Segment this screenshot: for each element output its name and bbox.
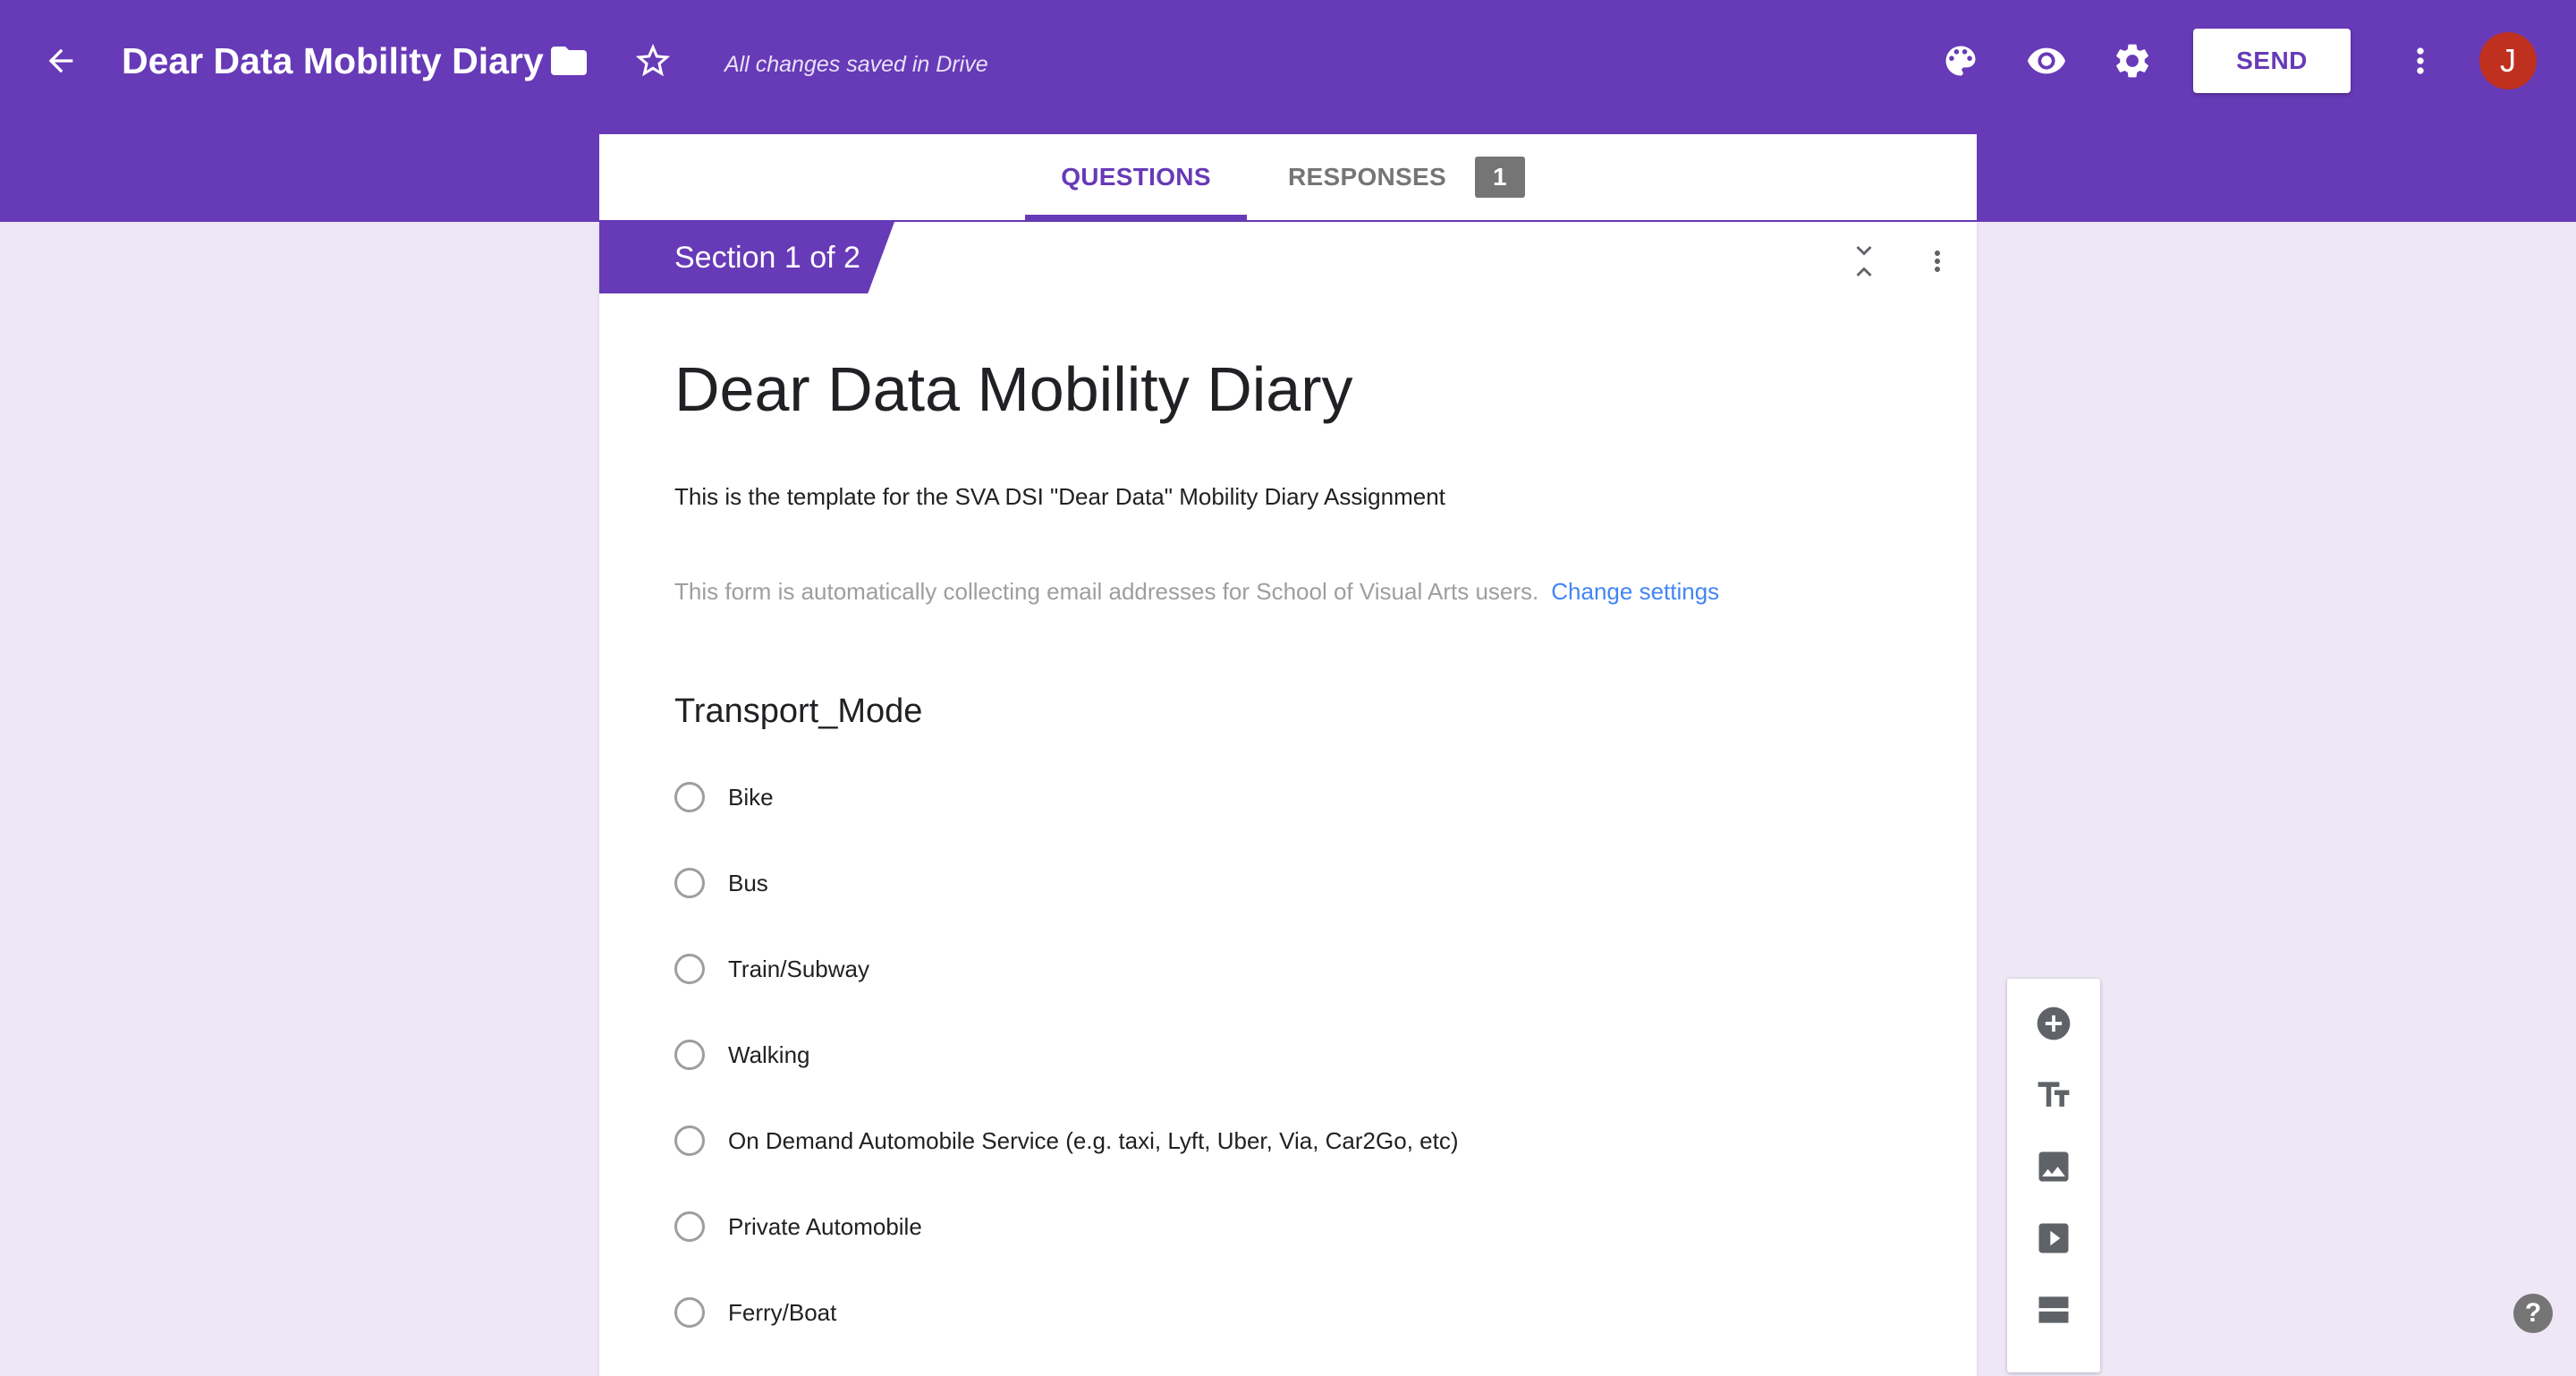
tab-active-indicator: [1025, 215, 1247, 220]
radio-button[interactable]: [674, 1211, 705, 1242]
change-settings-link[interactable]: Change settings: [1551, 578, 1719, 605]
add-question-icon[interactable]: [2030, 1000, 2077, 1047]
help-icon[interactable]: ?: [2513, 1294, 2553, 1333]
palette-icon[interactable]: [1932, 32, 1989, 89]
radio-option[interactable]: Bike: [674, 776, 774, 819]
section-more-vert-icon[interactable]: [1919, 238, 1955, 285]
radio-option[interactable]: Train/Subway: [674, 947, 869, 990]
option-label: On Demand Automobile Service (e.g. taxi,…: [728, 1126, 1459, 1154]
option-label: Train/Subway: [728, 955, 869, 982]
folder-icon[interactable]: [542, 34, 596, 88]
radio-button[interactable]: [674, 1297, 705, 1328]
form-title[interactable]: Dear Data Mobility Diary: [674, 349, 1353, 429]
radio-option[interactable]: Private Automobile: [674, 1205, 922, 1248]
tab-bar: QUESTIONS RESPONSES 1: [599, 134, 1977, 220]
radio-option[interactable]: On Demand Automobile Service (e.g. taxi,…: [674, 1119, 1459, 1162]
add-image-icon[interactable]: [2030, 1143, 2077, 1190]
responses-count-badge: 1: [1474, 157, 1525, 198]
form-title-header[interactable]: Dear Data Mobility Diary: [122, 34, 544, 88]
question-title[interactable]: Transport_Mode: [674, 692, 922, 731]
email-note-text: This form is automatically collecting em…: [674, 578, 1539, 605]
radio-button[interactable]: [674, 868, 705, 898]
radio-button[interactable]: [674, 1040, 705, 1070]
option-label: Ferry/Boat: [728, 1298, 837, 1326]
side-toolbar: [2007, 979, 2100, 1372]
radio-button[interactable]: [674, 782, 705, 812]
settings-gear-icon[interactable]: [2104, 32, 2161, 89]
saved-status: All changes saved in Drive: [724, 52, 988, 77]
tab-responses-label: RESPONSES: [1288, 163, 1446, 191]
avatar[interactable]: J: [2479, 32, 2537, 89]
add-section-icon[interactable]: [2030, 1287, 2077, 1333]
add-video-icon[interactable]: [2030, 1215, 2077, 1261]
option-label: Bus: [728, 869, 768, 896]
back-arrow-icon[interactable]: [32, 27, 89, 95]
more-vert-icon[interactable]: [2397, 32, 2444, 89]
radio-option[interactable]: Walking: [674, 1033, 810, 1076]
radio-option[interactable]: Ferry/Boat: [674, 1291, 836, 1334]
section-label: Section 1 of 2: [599, 222, 894, 293]
add-title-icon[interactable]: [2030, 1072, 2077, 1118]
option-label: Walking: [728, 1040, 810, 1068]
tab-questions[interactable]: QUESTIONS: [1025, 134, 1247, 220]
app-header: Dear Data Mobility Diary All changes sav…: [0, 0, 2576, 222]
preview-eye-icon[interactable]: [2018, 32, 2075, 89]
form-description[interactable]: This is the template for the SVA DSI "De…: [674, 483, 1445, 511]
tab-responses[interactable]: RESPONSES 1: [1288, 134, 1556, 220]
collapse-section-icon[interactable]: [1835, 238, 1893, 285]
radio-button[interactable]: [674, 954, 705, 984]
email-collection-note: This form is automatically collecting em…: [674, 578, 1719, 606]
star-icon[interactable]: [626, 34, 680, 88]
radio-option[interactable]: Bus: [674, 862, 768, 905]
radio-button[interactable]: [674, 1125, 705, 1156]
option-label: Bike: [728, 783, 774, 811]
option-label: Private Automobile: [728, 1212, 922, 1240]
tab-questions-label: QUESTIONS: [1061, 163, 1211, 191]
send-button[interactable]: SEND: [2193, 29, 2351, 93]
top-bar: Dear Data Mobility Diary All changes sav…: [0, 0, 2576, 125]
